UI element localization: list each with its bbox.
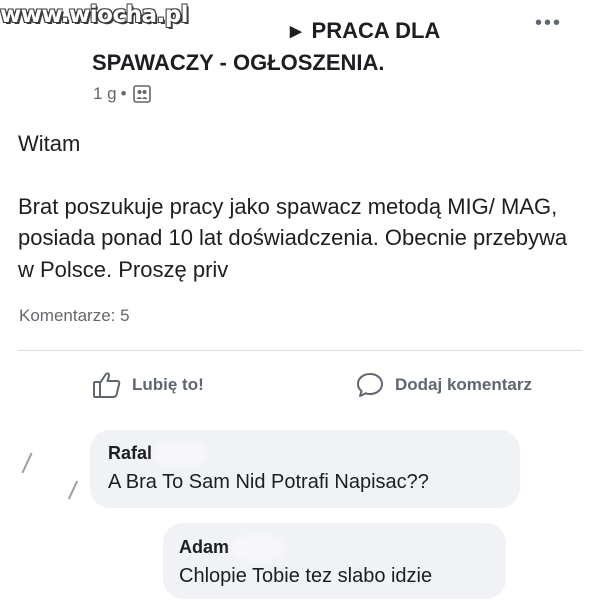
post-time[interactable]: 1 g: [93, 84, 117, 104]
post-body: Witam Brat poszukuje pracy jako spawacz …: [18, 128, 578, 285]
comment-author-name: Rafal: [108, 443, 153, 463]
watermark: www.wiocha.pl: [0, 2, 189, 28]
comment-text: A Bra To Sam Nid Potrafi Napisac??: [108, 471, 429, 493]
comments-count[interactable]: Komentarze: 5: [19, 306, 130, 326]
group-title-line1[interactable]: PRACA DLA: [312, 18, 441, 44]
arrow-right-icon: ▶: [290, 23, 302, 40]
comment-author-name: Adam: [179, 537, 230, 557]
redacted-name: [158, 446, 205, 463]
comment-label: Dodaj komentarz: [395, 375, 532, 394]
comment-button[interactable]: Dodaj komentarz: [355, 368, 532, 402]
group-title-row: ▶ PRACA DLA: [290, 18, 440, 44]
like-button[interactable]: Lubię to!: [92, 368, 204, 402]
thumbs-up-icon: [93, 372, 121, 398]
post-meta: 1 g •: [93, 84, 151, 104]
decorative-stroke: [67, 480, 79, 500]
comment-bubble[interactable]: Rafal A Bra To Sam Nid Potrafi Napisac??: [90, 430, 520, 508]
comment-author[interactable]: Rafal: [108, 443, 205, 464]
comment-bubble-icon: [357, 373, 383, 397]
comment-text: Chlopie Tobie tez slabo idzie: [179, 565, 433, 587]
group-members-icon: [132, 85, 151, 103]
post-greeting: Witam: [18, 131, 81, 156]
redacted-name: [235, 540, 282, 557]
decorative-stroke: [21, 452, 33, 474]
comment-bubble[interactable]: Adam Chlopie Tobie tez slabo idzie: [163, 523, 506, 599]
more-options-icon[interactable]: •••: [535, 12, 562, 35]
meta-separator: •: [120, 84, 127, 103]
comment-author[interactable]: Adam: [179, 537, 282, 558]
post-message: Brat poszukuje pracy jako spawacz metodą…: [18, 193, 568, 282]
like-label: Lubię to!: [132, 375, 204, 394]
group-title-line2[interactable]: SPAWACZY - OGŁOSZENIA.: [92, 50, 385, 76]
divider: [18, 350, 582, 351]
